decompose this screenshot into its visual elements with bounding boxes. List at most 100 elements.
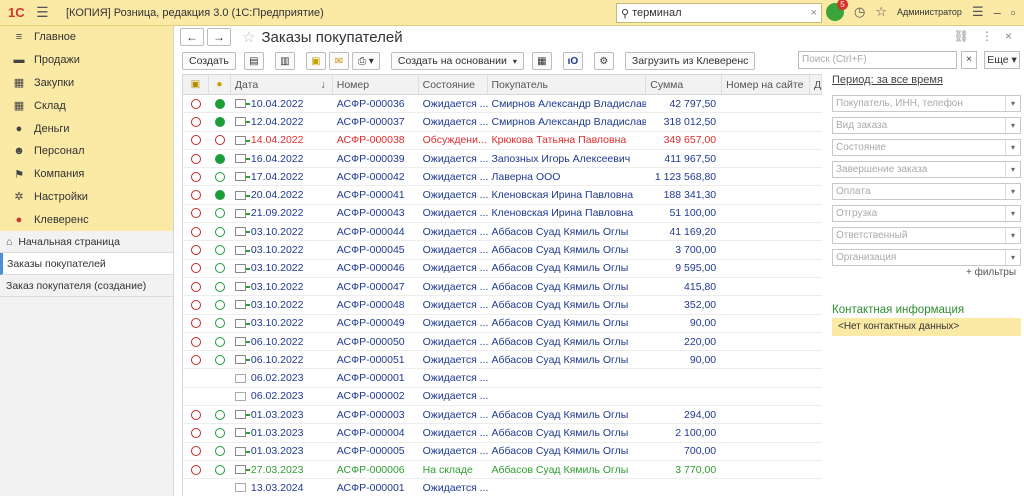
table-row[interactable]: 06.10.2022 АСФР-000051 Ожидается ... Аббасо… xyxy=(183,351,822,370)
date-cell: 20.04.2022 xyxy=(231,186,333,203)
number-cell: АСФР-000043 xyxy=(336,207,405,220)
nav-customer-orders[interactable]: Заказы покупателей xyxy=(0,253,173,276)
global-search-input[interactable]: ⚲ терминал × xyxy=(616,3,822,23)
section-sales[interactable]: ▬ Продажи xyxy=(0,49,173,72)
clear-search-icon[interactable]: × xyxy=(811,7,817,19)
filter-completion[interactable]: Завершение заказа ▾ xyxy=(832,161,1021,178)
minimize-icon[interactable]: – xyxy=(994,5,1001,20)
nav-label: Заказ покупателя (создание) xyxy=(6,279,147,292)
period-link[interactable]: Период: за все время xyxy=(832,74,943,86)
post-doc-icon[interactable]: ▥ xyxy=(274,52,295,70)
date-value: 14.04.2022 xyxy=(250,134,304,147)
table-row[interactable]: 03.10.2022 АСФР-000049 Ожидается ... Аббасо… xyxy=(183,315,822,333)
date-value: 03.10.2022 xyxy=(250,317,304,330)
table-row[interactable]: 16.04.2022 АСФР-000039 Ожидается ... Запозн… xyxy=(183,150,822,169)
buyer-cell: Аббасов Суад Кямиль Оглы xyxy=(491,298,629,311)
header-box-icon[interactable]: ▣ xyxy=(183,75,209,94)
section-settings[interactable]: ✲ Настройки xyxy=(0,186,173,209)
forward-button[interactable]: → xyxy=(207,28,231,46)
header-coin-icon[interactable]: ● xyxy=(209,75,231,94)
table-row[interactable]: 06.02.2023 АСФР-000001 Ожидается ... xyxy=(183,369,822,388)
notifications-icon[interactable]: 5 xyxy=(826,0,848,21)
buyer-cell: Кленовская Ирина Павловна xyxy=(491,207,634,220)
favorite-star-icon[interactable]: ☆ xyxy=(242,28,255,46)
list-search-input[interactable]: Поиск (Ctrl+F) xyxy=(798,51,957,69)
copy-doc-icon[interactable]: ▤ xyxy=(243,52,264,70)
settings-icon: ✲ xyxy=(14,191,24,204)
header-extra[interactable]: Д xyxy=(810,75,822,94)
nav-customer-order-create[interactable]: Заказ покупателя (создание) xyxy=(0,275,173,298)
table-row[interactable]: 01.03.2023 АСФР-000004 Ожидается ... Аббасо… xyxy=(183,424,822,443)
shipment-status-cell xyxy=(183,150,209,167)
filter-state[interactable]: Состояние ▾ xyxy=(832,139,1021,156)
table-row[interactable]: 13.03.2024 АСФР-000001 Ожидается ... xyxy=(183,479,822,496)
table-row[interactable]: 03.10.2022 АСФР-000048 Ожидается ... Аббасо… xyxy=(183,296,822,315)
section-purchases[interactable]: ▦ Закупки xyxy=(0,72,173,95)
section-cleverence[interactable]: ● Клеверенс xyxy=(0,208,173,231)
header-site-number[interactable]: Номер на сайте xyxy=(722,75,810,94)
filter-shipment[interactable]: Отгрузка ▾ xyxy=(832,205,1021,222)
history-icon[interactable]: ◷ xyxy=(854,4,865,20)
sum-cell: 188 341,30 xyxy=(663,189,717,202)
header-state[interactable]: Состояние xyxy=(419,75,488,94)
more-vert-icon[interactable]: ⋮ xyxy=(981,29,993,43)
more-button[interactable]: Еще ▾ xyxy=(984,51,1020,69)
favorites-icon[interactable]: ☆ xyxy=(875,4,887,20)
table-row[interactable]: 03.10.2022 АСФР-000047 Ожидается ... Аббасо… xyxy=(183,278,822,297)
header-date[interactable]: Дата ↓ xyxy=(231,75,333,94)
section-main[interactable]: ≡ Главное xyxy=(0,26,173,49)
table-row[interactable]: 27.03.2023 АСФР-000006 На складе Аббасов Су… xyxy=(183,461,822,480)
table-row[interactable]: 03.10.2022 АСФР-000046 Ожидается ... Аббасо… xyxy=(183,260,822,278)
table-row[interactable]: 01.03.2023 АСФР-000003 Ожидается ... Аббасо… xyxy=(183,406,822,425)
filter-order-type[interactable]: Вид заказа ▾ xyxy=(832,117,1021,134)
clear-list-search-icon[interactable]: × xyxy=(961,51,977,69)
contact-info-title: Контактная информация xyxy=(832,304,965,316)
filter-payment[interactable]: Оплата ▾ xyxy=(832,183,1021,200)
table-row[interactable]: 14.04.2022 АСФР-000038 Обсуждени... Крюкова… xyxy=(183,132,822,150)
table-row[interactable]: 21.09.2022 АСФР-000043 Ожидается ... Кленов… xyxy=(183,205,822,224)
link-icon[interactable]: ⛓ xyxy=(954,29,969,43)
more-filters-link[interactable]: + фильтры xyxy=(966,267,1016,278)
header-buyer[interactable]: Покупатель xyxy=(488,75,647,94)
print-icon[interactable]: ⎙ ▾ xyxy=(351,52,380,70)
site-number-cell xyxy=(722,205,810,222)
folder-icon[interactable]: ▣ xyxy=(305,52,326,70)
table-row[interactable]: 20.04.2022 АСФР-000041 Ожидается ... Кленов… xyxy=(183,186,822,205)
filter-buyer[interactable]: Покупатель, ИНН, телефон ▾ xyxy=(832,95,1021,112)
table-row[interactable]: 10.04.2022 АСФР-000036 Ожидается ... Смирно… xyxy=(183,95,822,114)
extra-cell xyxy=(810,205,822,222)
document-icon xyxy=(234,263,250,273)
sum-cell xyxy=(646,479,722,496)
maximize-icon[interactable]: ▫ xyxy=(1011,5,1016,20)
filter-organization[interactable]: Организация ▾ xyxy=(832,249,1021,266)
section-warehouse[interactable]: ▦ Склад xyxy=(0,94,173,117)
shipment-status-cell xyxy=(183,95,209,112)
cleverence-toggle-icon[interactable]: ıO xyxy=(562,52,583,70)
table-row[interactable]: 06.10.2022 АСФР-000050 Ожидается ... Аббасо… xyxy=(183,333,822,352)
table-row[interactable]: 17.04.2022 АСФР-000042 Ожидается ... Лаверн… xyxy=(183,168,822,187)
header-number[interactable]: Номер xyxy=(333,75,419,94)
current-user[interactable]: Администратор xyxy=(897,7,962,17)
date-cell: 10.04.2022 xyxy=(231,95,333,112)
nav-home[interactable]: ⌂ Начальная страница xyxy=(0,231,173,254)
header-sum[interactable]: Сумма xyxy=(646,75,723,94)
table-row[interactable]: 03.10.2022 АСФР-000044 Ожидается ... Аббасо… xyxy=(183,223,822,242)
section-company[interactable]: ⚑ Компания xyxy=(0,163,173,186)
create-button[interactable]: Создать xyxy=(182,52,236,70)
table-row[interactable]: 03.10.2022 АСФР-000045 Ожидается ... Аббасо… xyxy=(183,241,822,260)
back-button[interactable]: ← xyxy=(180,28,204,46)
settings-menu-icon[interactable]: ☰ xyxy=(972,4,984,20)
section-personnel[interactable]: ☻ Персонал xyxy=(0,140,173,163)
calculator-icon[interactable]: ▦ xyxy=(531,52,552,70)
gear-icon[interactable]: ⚙ xyxy=(593,52,614,70)
section-money[interactable]: ● Деньги xyxy=(0,117,173,140)
menu-icon[interactable]: ☰ xyxy=(36,4,58,21)
mail-icon[interactable]: ✉ xyxy=(328,52,349,70)
load-cleverence-button[interactable]: Загрузить из Клеверенс xyxy=(624,52,756,70)
table-row[interactable]: 12.04.2022 АСФР-000037 Ожидается ... Смирно… xyxy=(183,113,822,132)
table-row[interactable]: 01.03.2023 АСФР-000005 Ожидается ... Аббасо… xyxy=(183,443,822,461)
create-on-basis-button[interactable]: Создать на основании ▾ xyxy=(390,52,524,70)
close-form-icon[interactable]: × xyxy=(1005,29,1012,43)
table-row[interactable]: 06.02.2023 АСФР-000002 Ожидается ... xyxy=(183,388,822,407)
filter-responsible[interactable]: Ответственный ▾ xyxy=(832,227,1021,244)
